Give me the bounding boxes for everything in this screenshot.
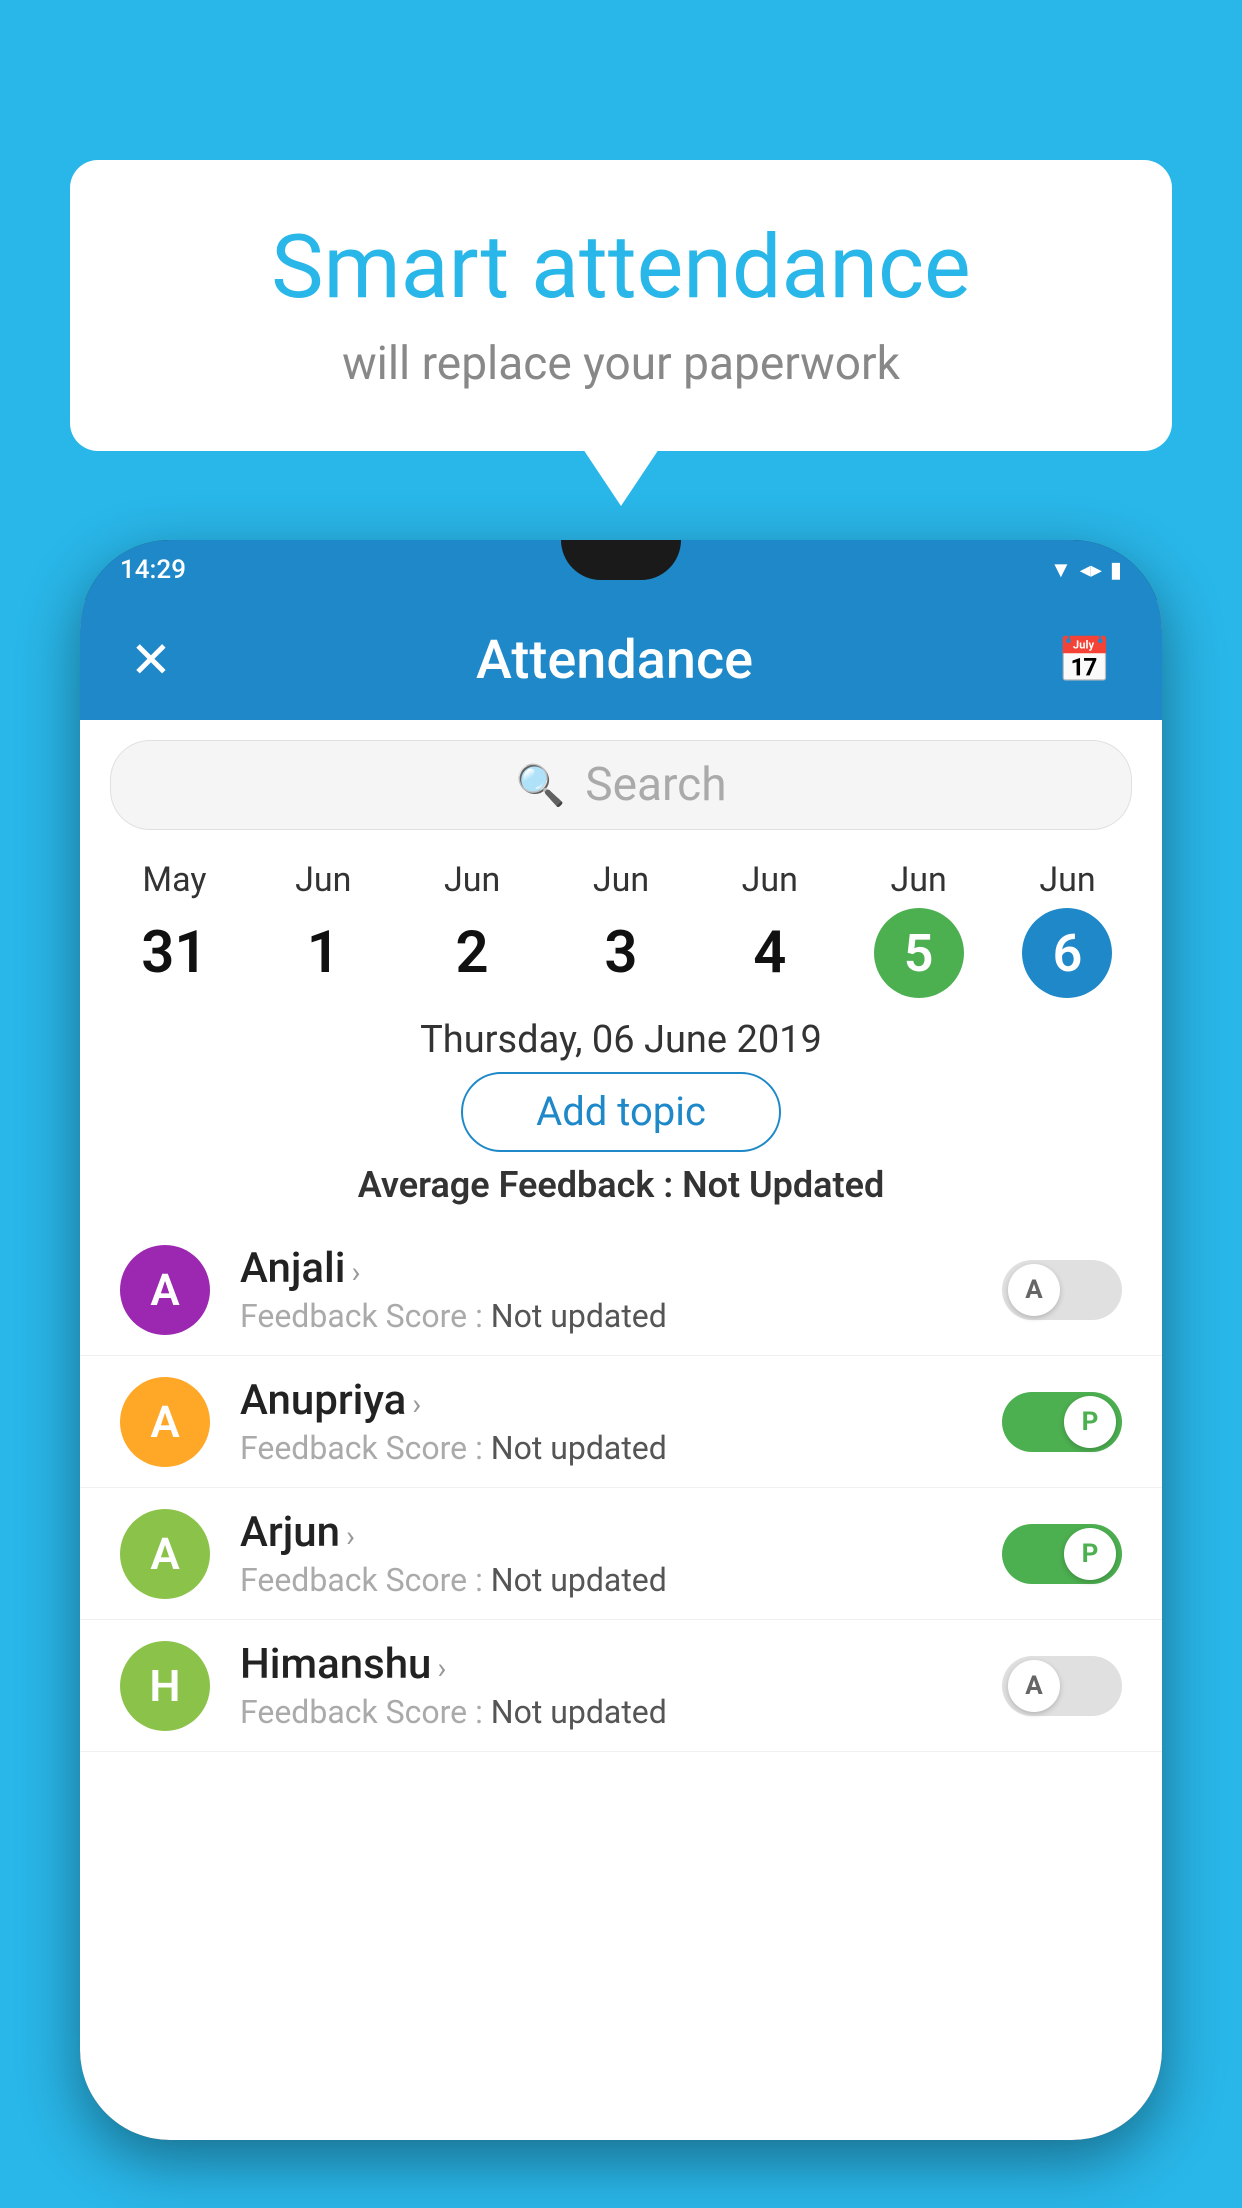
speech-bubble-subtitle: will replace your paperwork <box>150 337 1092 391</box>
cal-date-label[interactable]: 1 <box>278 908 368 998</box>
chevron-right-icon: › <box>351 1255 360 1290</box>
calendar-day[interactable]: Jun 5 <box>874 860 964 998</box>
cal-date-label[interactable]: 2 <box>427 908 517 998</box>
selected-date-label: Thursday, 06 June 2019 <box>80 1018 1162 1062</box>
student-row[interactable]: A Anupriya› Feedback Score : Not updated P <box>80 1356 1162 1488</box>
avg-feedback-label: Average Feedback : <box>358 1164 682 1206</box>
cal-month-label: Jun <box>742 860 798 900</box>
phone-notch <box>561 540 681 580</box>
student-name: Himanshu <box>240 1640 431 1689</box>
search-icon: 🔍 <box>515 762 565 809</box>
signal-icon: ◂▸ <box>1080 558 1102 583</box>
feedback-value: Not updated <box>491 1297 667 1335</box>
chevron-right-icon: › <box>412 1387 421 1422</box>
toggle-knob: P <box>1064 1396 1116 1448</box>
calendar-day[interactable]: Jun 4 <box>725 860 815 998</box>
student-avatar: H <box>120 1641 210 1731</box>
speech-bubble-title: Smart attendance <box>150 220 1092 317</box>
calendar-day[interactable]: Jun 3 <box>576 860 666 998</box>
attendance-toggle[interactable]: A <box>1002 1656 1122 1716</box>
app-header: ✕ Attendance 📅 <box>80 600 1162 720</box>
attendance-toggle[interactable]: P <box>1002 1392 1122 1452</box>
cal-date-label[interactable]: 31 <box>129 908 219 998</box>
toggle-knob: A <box>1008 1660 1060 1712</box>
speech-bubble: Smart attendance will replace your paper… <box>70 160 1172 451</box>
student-list: AAnjali›Feedback Score : Not updatedAAAn… <box>80 1224 1162 1752</box>
toggle-knob: A <box>1008 1264 1060 1316</box>
search-bar[interactable]: 🔍 Search <box>110 740 1132 830</box>
cal-month-label: Jun <box>295 860 351 900</box>
cal-month-label: May <box>142 860 206 900</box>
avg-feedback-value: Not Updated <box>682 1164 884 1206</box>
calendar-day[interactable]: Jun 2 <box>427 860 517 998</box>
student-feedback: Feedback Score : Not updated <box>240 1693 972 1731</box>
student-avatar: A <box>120 1509 210 1599</box>
calendar-day[interactable]: Jun 6 <box>1022 860 1112 998</box>
calendar-strip: May 31 Jun 1 Jun 2 Jun 3 Jun 4 Jun 5 Jun 6 <box>80 850 1162 998</box>
status-time: 14:29 <box>120 555 186 585</box>
cal-date-label[interactable]: 6 <box>1022 908 1112 998</box>
attendance-toggle[interactable]: A <box>1002 1260 1122 1320</box>
student-name: Arjun <box>240 1508 340 1557</box>
student-row[interactable]: H Himanshu› Feedback Score : Not updated A <box>80 1620 1162 1752</box>
student-info: Himanshu› Feedback Score : Not updated <box>240 1640 972 1731</box>
student-info: Anjali› Feedback Score : Not updated <box>240 1244 972 1335</box>
student-feedback: Feedback Score : Not updated <box>240 1561 972 1599</box>
attendance-toggle[interactable]: P <box>1002 1524 1122 1584</box>
student-info: Arjun› Feedback Score : Not updated <box>240 1508 972 1599</box>
chevron-right-icon: › <box>437 1651 446 1686</box>
wifi-icon: ▼ <box>1050 557 1072 583</box>
calendar-button[interactable]: 📅 <box>1057 634 1112 686</box>
calendar-day[interactable]: May 31 <box>129 860 219 998</box>
student-name: Anupriya <box>240 1376 406 1425</box>
feedback-value: Not updated <box>491 1561 667 1599</box>
student-row[interactable]: A Anjali› Feedback Score : Not updated A <box>80 1224 1162 1356</box>
add-topic-button[interactable]: Add topic <box>461 1072 781 1152</box>
battery-icon: ▮ <box>1110 558 1122 583</box>
student-info: Anupriya› Feedback Score : Not updated <box>240 1376 972 1467</box>
average-feedback: Average Feedback : Not Updated <box>80 1164 1162 1206</box>
chevron-right-icon: › <box>346 1519 355 1554</box>
phone-screen: ✕ Attendance 📅 🔍 Search May31Jun1Jun2Jun… <box>80 600 1162 2140</box>
student-feedback: Feedback Score : Not updated <box>240 1429 972 1467</box>
student-name: Anjali <box>240 1244 345 1293</box>
feedback-value: Not updated <box>491 1429 667 1467</box>
cal-date-label[interactable]: 3 <box>576 908 666 998</box>
cal-month-label: Jun <box>1039 860 1095 900</box>
student-avatar: A <box>120 1245 210 1335</box>
student-avatar: A <box>120 1377 210 1467</box>
status-icons: ▼ ◂▸ ▮ <box>1050 557 1122 583</box>
calendar-day[interactable]: Jun 1 <box>278 860 368 998</box>
app-title: Attendance <box>476 629 753 692</box>
feedback-value: Not updated <box>491 1693 667 1731</box>
student-feedback: Feedback Score : Not updated <box>240 1297 972 1335</box>
toggle-knob: P <box>1064 1528 1116 1580</box>
cal-month-label: Jun <box>891 860 947 900</box>
cal-date-label[interactable]: 4 <box>725 908 815 998</box>
cal-date-label[interactable]: 5 <box>874 908 964 998</box>
phone-frame: 14:29 ▼ ◂▸ ▮ ✕ Attendance 📅 🔍 Search May… <box>80 540 1162 2140</box>
cal-month-label: Jun <box>593 860 649 900</box>
search-input[interactable]: Search <box>585 758 726 812</box>
student-row[interactable]: A Arjun› Feedback Score : Not updated P <box>80 1488 1162 1620</box>
close-button[interactable]: ✕ <box>130 631 172 690</box>
cal-month-label: Jun <box>444 860 500 900</box>
status-bar: 14:29 ▼ ◂▸ ▮ <box>80 540 1162 600</box>
